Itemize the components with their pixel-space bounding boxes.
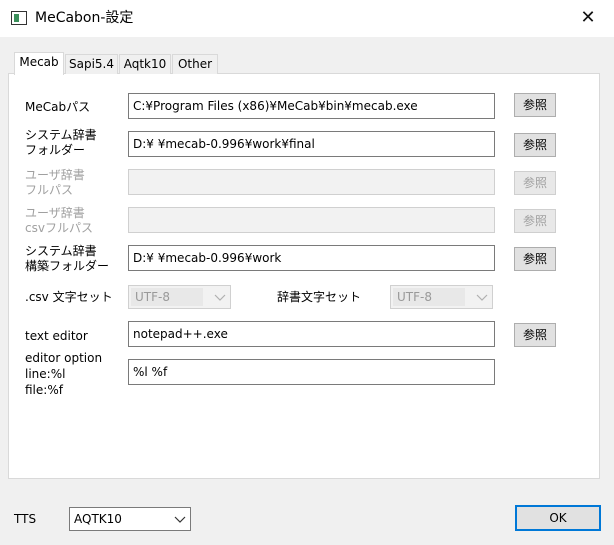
tts-label: TTS (14, 512, 37, 526)
csv-charset-value: UTF-8 (131, 288, 203, 306)
chevron-down-icon (476, 294, 488, 301)
tab-mecab[interactable]: Mecab (14, 52, 64, 75)
csv-charset-label: .csv 文字セット (25, 290, 113, 304)
system-dict-label-line1: システム辞書 (25, 128, 97, 142)
tts-select[interactable]: AQTK10 (69, 507, 191, 531)
user-dict-csv-label-line1: ユーザ辞書 (25, 206, 85, 220)
editor-option-field[interactable]: %l %f (128, 359, 495, 385)
csv-charset-select: UTF-8 (128, 285, 231, 309)
build-folder-browse-button[interactable]: 参照 (514, 247, 556, 271)
user-dict-field (128, 169, 495, 195)
mecab-path-field[interactable]: C:¥Program Files (x86)¥MeCab¥bin¥mecab.e… (128, 93, 495, 119)
chevron-down-icon (214, 294, 226, 301)
dict-charset-select: UTF-8 (390, 285, 493, 309)
mecab-path-label: MeCabパス (25, 100, 91, 114)
user-dict-csv-browse-button: 参照 (514, 209, 556, 233)
editor-option-label-line1: editor option (25, 351, 103, 365)
system-dict-browse-button[interactable]: 参照 (514, 133, 556, 157)
dict-charset-label: 辞書文字セット (277, 290, 362, 304)
tts-value: AQTK10 (74, 512, 122, 526)
dict-charset-value: UTF-8 (393, 288, 465, 306)
chevron-down-icon (174, 516, 186, 523)
user-dict-browse-button: 参照 (514, 171, 556, 195)
tab-sapi54[interactable]: Sapi5.4 (65, 54, 118, 74)
text-editor-field[interactable]: notepad++.exe (128, 321, 495, 347)
text-editor-browse-button[interactable]: 参照 (514, 323, 556, 347)
ok-button[interactable]: OK (515, 505, 601, 531)
mecab-path-browse-button[interactable]: 参照 (514, 93, 556, 117)
editor-option-label-line2: line:%l (25, 367, 66, 381)
user-dict-label-line2: フルパス (25, 183, 74, 197)
build-folder-label-line1: システム辞書 (25, 244, 97, 258)
text-editor-label: text editor (25, 329, 88, 343)
editor-option-label-line3: file:%f (25, 383, 63, 397)
title-bar: MeCabon-設定 ✕ (0, 0, 614, 37)
build-folder-label-line2: 構築フォルダー (25, 259, 110, 273)
app-icon (11, 11, 27, 25)
system-dict-label-line2: フォルダー (25, 143, 86, 157)
tab-aqtk10[interactable]: Aqtk10 (119, 54, 171, 74)
window-title: MeCabon-設定 (35, 10, 134, 26)
user-dict-csv-label-line2: csvフルパス (25, 221, 93, 235)
user-dict-label-line1: ユーザ辞書 (25, 168, 85, 182)
tab-other[interactable]: Other (172, 54, 218, 74)
system-dict-field[interactable]: D:¥ ¥mecab-0.996¥work¥final (128, 131, 495, 157)
build-folder-field[interactable]: D:¥ ¥mecab-0.996¥work (128, 245, 495, 271)
close-button[interactable]: ✕ (568, 5, 608, 31)
user-dict-csv-field (128, 207, 495, 233)
